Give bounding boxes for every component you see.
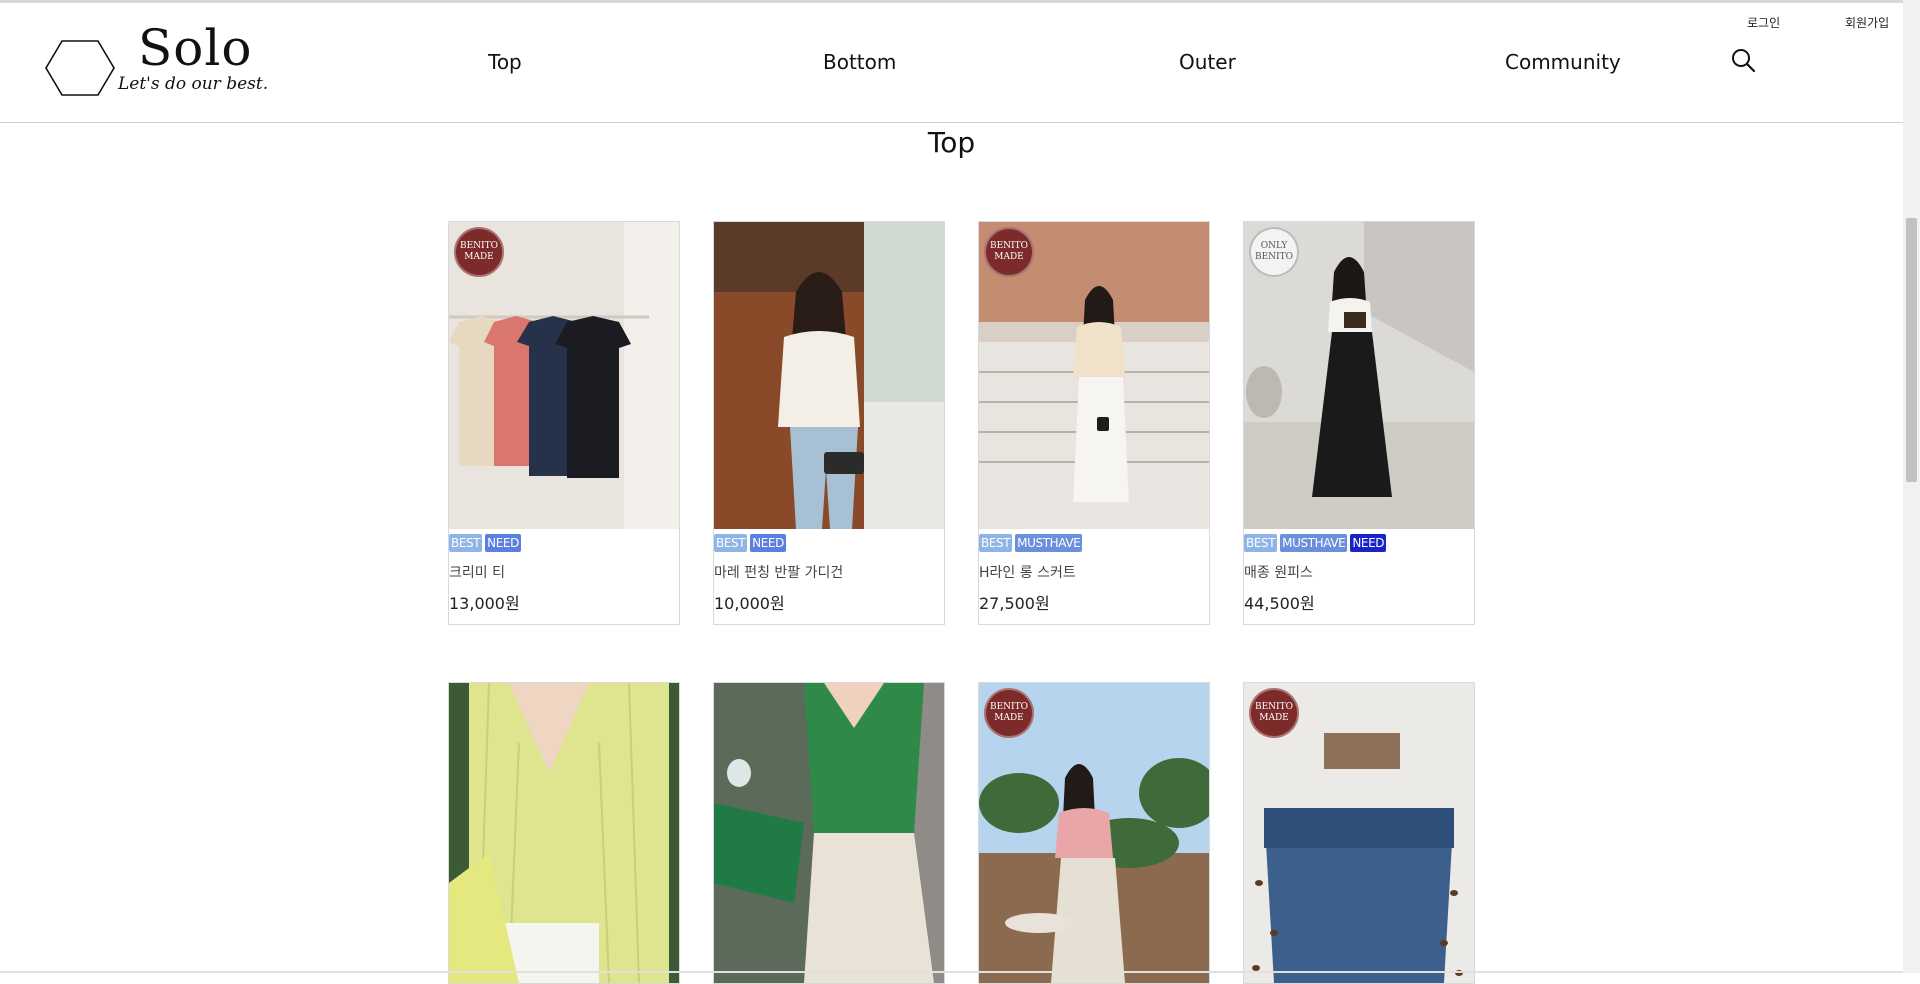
scrollbar-track[interactable] (1903, 0, 1920, 973)
scrollbar-thumb[interactable] (1906, 218, 1917, 482)
seal-badge: BENITO MADE (984, 688, 1034, 738)
logo-name: Solo (138, 19, 253, 77)
tag-best: BEST (449, 534, 483, 552)
product-card[interactable]: BENITO MADE (1243, 682, 1475, 984)
nav-outer[interactable]: Outer (1179, 50, 1236, 74)
tag-best: BEST (979, 534, 1013, 552)
tag-best: BEST (1244, 534, 1278, 552)
tag-list: BEST NEED (714, 534, 944, 552)
search-button[interactable] (1731, 48, 1759, 76)
tag-list: BEST MUSTHAVE (979, 534, 1209, 552)
tag-musthave: MUSTHAVE (1280, 534, 1348, 552)
tag-best: BEST (714, 534, 748, 552)
product-name[interactable]: 크리미 티 (449, 562, 679, 582)
product-image[interactable]: BENITO MADE (979, 222, 1209, 529)
nav-top[interactable]: Top (488, 50, 522, 74)
seal-badge: BENITO MADE (984, 227, 1034, 277)
seal-badge: BENITO MADE (1249, 688, 1299, 738)
product-image[interactable]: BENITO MADE (449, 222, 679, 529)
seal-badge: BENITO MADE (454, 227, 504, 277)
tag-musthave: MUSTHAVE (1015, 534, 1083, 552)
product-image[interactable] (449, 683, 679, 983)
product-image[interactable]: BENITO MADE (1244, 683, 1474, 983)
product-image[interactable]: BENITO MADE (979, 683, 1209, 983)
product-card[interactable] (713, 682, 945, 984)
product-card[interactable]: ONLY BENITO BEST MUSTHAVE NEED 매종 원피스 44,… (1243, 221, 1475, 625)
tag-need: NEED (750, 534, 786, 552)
login-link[interactable]: 로그인 (1747, 14, 1780, 31)
tag-need: NEED (485, 534, 521, 552)
product-image[interactable] (714, 222, 944, 529)
tag-list: BEST NEED (449, 534, 679, 552)
product-price: 44,500원 (1244, 594, 1315, 613)
seal-badge: ONLY BENITO (1249, 227, 1299, 277)
product-card[interactable] (448, 682, 680, 984)
product-card[interactable]: BENITO MADE BEST MUSTHAVE H라인 롱 스커트 27,50… (978, 221, 1210, 625)
search-icon (1732, 49, 1756, 73)
product-image[interactable] (714, 683, 944, 983)
product-image[interactable]: ONLY BENITO (1244, 222, 1474, 529)
site-header: Solo Let's do our best. Top Bottom Outer… (0, 3, 1903, 123)
logo-tagline: Let's do our best. (118, 74, 269, 94)
product-price: 27,500원 (979, 594, 1050, 613)
tag-need: NEED (1350, 534, 1387, 552)
signup-link[interactable]: 회원가입 (1845, 14, 1889, 31)
product-price: 10,000원 (714, 594, 785, 613)
product-name[interactable]: H라인 롱 스커트 (979, 562, 1209, 582)
product-card[interactable]: BENITO MADE BEST NEED 크리미 티 13,000원 (448, 221, 680, 625)
tag-list: BEST MUSTHAVE NEED (1244, 534, 1474, 552)
section-title: Top (927, 126, 976, 159)
product-name[interactable]: 매종 원피스 (1244, 562, 1474, 582)
product-card[interactable]: BENITO MADE (978, 682, 1210, 984)
product-name[interactable]: 마레 펀칭 반팔 가디건 (714, 562, 944, 582)
product-price: 13,000원 (449, 594, 520, 613)
product-card[interactable]: BEST NEED 마레 펀칭 반팔 가디건 10,000원 (713, 221, 945, 625)
nav-community[interactable]: Community (1505, 50, 1621, 74)
hexagon-logo-icon (45, 40, 115, 96)
nav-bottom[interactable]: Bottom (823, 50, 896, 74)
logo[interactable]: Solo Let's do our best. (44, 19, 304, 106)
